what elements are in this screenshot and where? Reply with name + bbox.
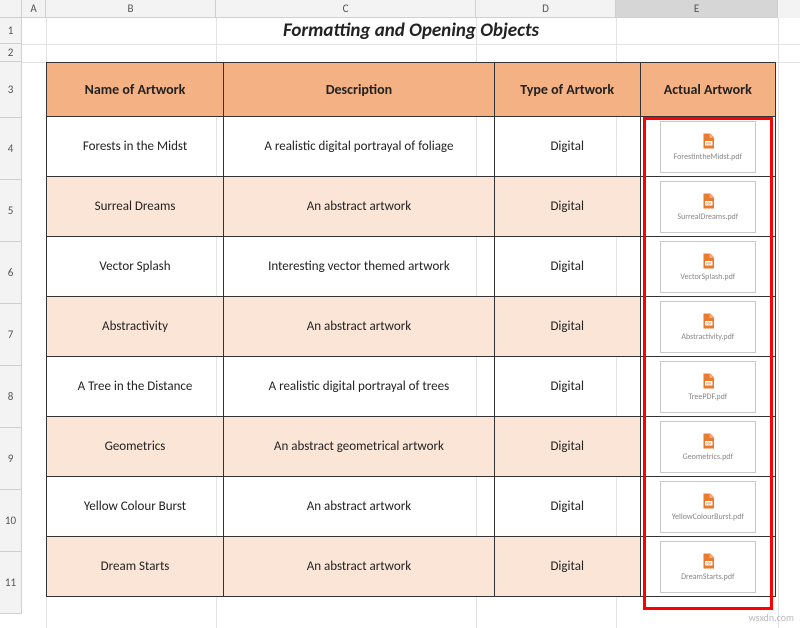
pdf-attachment[interactable]: PDF Abstractivity.pdf: [660, 301, 756, 353]
pdf-attachment[interactable]: PDF TreePDF.pdf: [660, 361, 756, 413]
svg-text:PDF: PDF: [706, 321, 711, 325]
table-row: Vector SplashInteresting vector themed a…: [47, 237, 776, 297]
cell-type[interactable]: Digital: [494, 297, 640, 357]
cell-type[interactable]: Digital: [494, 417, 640, 477]
cell-artwork-name[interactable]: Abstractivity: [47, 297, 224, 357]
artwork-table: Name of Artwork Description Type of Artw…: [46, 62, 776, 597]
cell-description[interactable]: An abstract geometrical artwork: [224, 417, 495, 477]
row-header-11[interactable]: 11: [0, 552, 22, 614]
pdf-filename: Abstractivity.pdf: [681, 333, 734, 342]
spreadsheet: A B C D E 1 2 3 4 5 6 7 8 9 10 11 Format…: [0, 0, 800, 628]
row-header-8[interactable]: 8: [0, 366, 22, 428]
cell-description[interactable]: An abstract artwork: [224, 477, 495, 537]
row-header-2[interactable]: 2: [0, 44, 22, 62]
pdf-attachment[interactable]: PDF Geometrics.pdf: [660, 421, 756, 473]
pdf-attachment[interactable]: PDF VectorSplash.pdf: [660, 241, 756, 293]
cell-attachment[interactable]: PDF SurrealDreams.pdf: [640, 177, 775, 237]
cell-description[interactable]: Interesting vector themed artwork: [224, 237, 495, 297]
table-row: Forests in the MidstA realistic digital …: [47, 117, 776, 177]
pdf-filename: YellowColourBurst.pdf: [672, 513, 744, 522]
cell-type[interactable]: Digital: [494, 237, 640, 297]
table-header-row: Name of Artwork Description Type of Artw…: [47, 63, 776, 117]
col-header-a[interactable]: A: [22, 0, 46, 18]
table-row: Yellow Colour BurstAn abstract artworkDi…: [47, 477, 776, 537]
pdf-filename: VectorSplash.pdf: [680, 273, 735, 282]
svg-text:PDF: PDF: [706, 201, 711, 205]
row-header-4[interactable]: 4: [0, 118, 22, 180]
cell-attachment[interactable]: PDF Abstractivity.pdf: [640, 297, 775, 357]
cell-attachment[interactable]: PDF Geometrics.pdf: [640, 417, 775, 477]
col-header-c[interactable]: C: [216, 0, 476, 18]
cell-attachment[interactable]: PDF YellowColourBurst.pdf: [640, 477, 775, 537]
table-row: AbstractivityAn abstract artworkDigital P…: [47, 297, 776, 357]
cell-type[interactable]: Digital: [494, 537, 640, 597]
watermark: wsxdn.com: [749, 611, 794, 624]
pdf-filename: SurrealDreams.pdf: [677, 213, 738, 222]
select-all-corner[interactable]: [0, 0, 22, 18]
table-row: A Tree in the DistanceA realistic digita…: [47, 357, 776, 417]
table-row: GeometricsAn abstract geometrical artwor…: [47, 417, 776, 477]
row-header-5[interactable]: 5: [0, 180, 22, 242]
column-headers: A B C D E: [0, 0, 800, 18]
pdf-attachment[interactable]: PDF SurrealDreams.pdf: [660, 181, 756, 233]
cell-description[interactable]: An abstract artwork: [224, 297, 495, 357]
cell-attachment[interactable]: PDF DreamStarts.pdf: [640, 537, 775, 597]
pdf-filename: DreamStarts.pdf: [681, 573, 734, 582]
cell-type[interactable]: Digital: [494, 477, 640, 537]
cell-attachment[interactable]: PDF TreePDF.pdf: [640, 357, 775, 417]
row-header-10[interactable]: 10: [0, 490, 22, 552]
col-header-d[interactable]: D: [476, 0, 616, 18]
col-header-e[interactable]: E: [616, 0, 778, 18]
row-header-9[interactable]: 9: [0, 428, 22, 490]
row-header-3[interactable]: 3: [0, 62, 22, 118]
pdf-attachment[interactable]: PDF DreamStarts.pdf: [660, 541, 756, 593]
cell-description[interactable]: A realistic digital portrayal of foliage: [224, 117, 495, 177]
page-title[interactable]: Formatting and Opening Objects: [46, 18, 776, 44]
header-type[interactable]: Type of Artwork: [494, 63, 640, 117]
pdf-filename: TreePDF.pdf: [688, 393, 727, 402]
cell-attachment[interactable]: PDF ForestintheMidst.pdf: [640, 117, 775, 177]
pdf-filename: Geometrics.pdf: [683, 453, 733, 462]
svg-text:PDF: PDF: [706, 501, 711, 505]
row-header-1[interactable]: 1: [0, 18, 22, 44]
header-actual-artwork[interactable]: Actual Artwork: [640, 63, 775, 117]
cell-description[interactable]: An abstract artwork: [224, 177, 495, 237]
cell-attachment[interactable]: PDF VectorSplash.pdf: [640, 237, 775, 297]
svg-text:PDF: PDF: [706, 441, 711, 445]
cell-artwork-name[interactable]: Forests in the Midst: [47, 117, 224, 177]
cell-artwork-name[interactable]: Yellow Colour Burst: [47, 477, 224, 537]
col-header-b[interactable]: B: [46, 0, 216, 18]
svg-text:PDF: PDF: [706, 261, 711, 265]
row-headers: 1 2 3 4 5 6 7 8 9 10 11: [0, 18, 22, 614]
header-name[interactable]: Name of Artwork: [47, 63, 224, 117]
table-row: Dream StartsAn abstract artworkDigital PD…: [47, 537, 776, 597]
grid-area[interactable]: Formatting and Opening Objects Name of A…: [22, 18, 800, 628]
cell-description[interactable]: An abstract artwork: [224, 537, 495, 597]
cell-artwork-name[interactable]: Dream Starts: [47, 537, 224, 597]
pdf-attachment[interactable]: PDF YellowColourBurst.pdf: [660, 481, 756, 533]
header-description[interactable]: Description: [224, 63, 495, 117]
cell-artwork-name[interactable]: Geometrics: [47, 417, 224, 477]
svg-text:PDF: PDF: [706, 381, 711, 385]
svg-text:PDF: PDF: [706, 561, 711, 565]
cell-type[interactable]: Digital: [494, 357, 640, 417]
row-header-6[interactable]: 6: [0, 242, 22, 304]
cell-artwork-name[interactable]: Vector Splash: [47, 237, 224, 297]
cell-type[interactable]: Digital: [494, 177, 640, 237]
table-row: Surreal DreamsAn abstract artworkDigital…: [47, 177, 776, 237]
cell-artwork-name[interactable]: A Tree in the Distance: [47, 357, 224, 417]
pdf-filename: ForestintheMidst.pdf: [674, 153, 742, 162]
cell-artwork-name[interactable]: Surreal Dreams: [47, 177, 224, 237]
svg-text:PDF: PDF: [706, 141, 711, 145]
row-header-7[interactable]: 7: [0, 304, 22, 366]
cell-description[interactable]: A realistic digital portrayal of trees: [224, 357, 495, 417]
pdf-attachment[interactable]: PDF ForestintheMidst.pdf: [660, 121, 756, 173]
cell-type[interactable]: Digital: [494, 117, 640, 177]
